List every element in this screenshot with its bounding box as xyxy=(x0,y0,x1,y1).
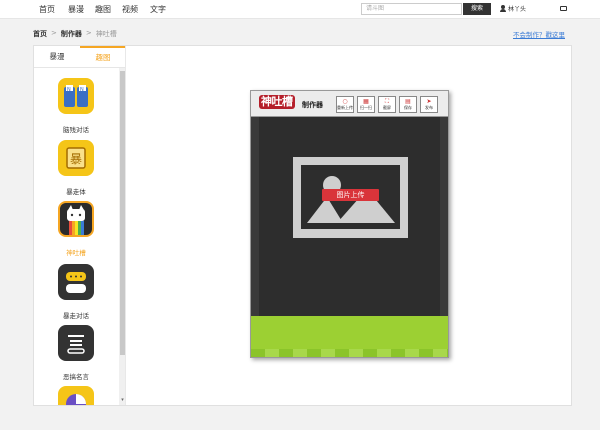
quote-icon xyxy=(58,325,94,361)
nav-video[interactable]: 视频 xyxy=(122,4,138,15)
tool-item-rage-chat[interactable]: 暴走对话 xyxy=(34,264,118,320)
editor-footer-stripe xyxy=(251,349,448,357)
tool-item-brain-chat[interactable]: N N 脑残对话 xyxy=(34,78,118,134)
nav-home[interactable]: 首页 xyxy=(39,4,55,15)
breadcrumb-separator: > xyxy=(85,29,92,37)
tool-item-shen-tucao[interactable]: 神吐槽 xyxy=(34,201,118,257)
tool-label: 脑残对话 xyxy=(63,126,89,134)
search-input[interactable]: 请斗图 xyxy=(361,3,462,15)
search-button[interactable]: 搜索 xyxy=(463,3,491,15)
svg-text:N: N xyxy=(80,87,84,93)
tool-label: 暴走体 xyxy=(66,188,86,196)
reupload-button[interactable]: ○ 重新上传 xyxy=(336,96,354,113)
tool-item-pie[interactable] xyxy=(34,386,118,405)
nav-qutu[interactable]: 趣图 xyxy=(95,4,111,15)
breadcrumb-home[interactable]: 首页 xyxy=(33,29,47,39)
message-icon[interactable] xyxy=(560,6,567,11)
screenshot-button[interactable]: ⛶ 截屏 xyxy=(378,96,396,113)
breadcrumb-current: 神吐槽 xyxy=(95,30,117,38)
tool-label: 暴走对话 xyxy=(63,312,89,320)
qr-icon: ▦ xyxy=(363,98,369,105)
nav-text[interactable]: 文字 xyxy=(150,4,166,15)
upload-image-button[interactable]: 图片上传 xyxy=(322,189,379,201)
svg-text:N: N xyxy=(67,87,71,93)
cat-rainbow-icon xyxy=(58,201,94,237)
refresh-icon: ○ xyxy=(342,98,348,105)
username: 林丫头 xyxy=(508,6,527,13)
svg-text:暴: 暴 xyxy=(70,152,82,166)
send-icon: ➤ xyxy=(426,98,432,105)
crop-icon: ⛶ xyxy=(384,98,390,105)
rage-font-icon: 暴 xyxy=(58,140,94,176)
user-menu[interactable]: 林丫头 xyxy=(500,4,526,13)
category-tabs: 暴漫 趣图 xyxy=(34,46,125,68)
tool-item-quote[interactable]: 恶搞名言 xyxy=(34,325,118,381)
editor-logo: 神吐槽 xyxy=(259,95,295,109)
main-panel: 暴漫 趣图 N N 脑残对话 暴 暴走体 神吐槽 暴走对话 恶搞名言 ▾ 神吐槽… xyxy=(33,45,572,406)
tool-item-rage-font[interactable]: 暴 暴走体 xyxy=(34,140,118,196)
scan-button[interactable]: ▦ 扫一扫 xyxy=(357,96,375,113)
editor-logo-sub: 制作器 xyxy=(302,101,323,109)
top-navbar: 首页 暴漫 趣图 视频 文字 请斗图 搜索 林丫头 xyxy=(0,0,600,19)
chat-bubble-icon xyxy=(58,264,94,300)
tool-sidebar: 暴漫 趣图 N N 脑残对话 暴 暴走体 神吐槽 暴走对话 恶搞名言 ▾ xyxy=(34,46,126,405)
breadcrumb-separator: > xyxy=(51,29,57,37)
nav-baoman[interactable]: 暴漫 xyxy=(68,4,84,15)
tab-qutu[interactable]: 趣图 xyxy=(80,46,125,68)
user-icon xyxy=(500,5,506,12)
save-button[interactable]: ▤ 保存 xyxy=(399,96,417,113)
pie-icon xyxy=(58,386,94,405)
save-icon: ▤ xyxy=(405,98,411,105)
help-link[interactable]: 不会制作？戳这里 xyxy=(513,29,565,39)
breadcrumb-section[interactable]: 制作器 xyxy=(61,29,82,39)
sidebar-scroll-thumb[interactable] xyxy=(120,71,125,355)
breadcrumb: 首页 > 制作器 > 神吐槽 xyxy=(33,29,117,39)
publish-button[interactable]: ➤ 发布 xyxy=(420,96,438,113)
tab-baoman[interactable]: 暴漫 xyxy=(34,46,80,68)
brain-chat-icon: N N xyxy=(58,78,94,114)
scroll-down-icon[interactable]: ▾ xyxy=(120,398,125,403)
tool-label: 神吐槽 xyxy=(66,249,86,257)
editor-canvas: 神吐槽 制作器 ○ 重新上传 ▦ 扫一扫 ⛶ 截屏 ▤ 保存 ➤ 发布 图片上传 xyxy=(250,90,449,358)
tool-label: 恶搞名言 xyxy=(63,373,89,381)
editor-header: 神吐槽 制作器 ○ 重新上传 ▦ 扫一扫 ⛶ 截屏 ▤ 保存 ➤ 发布 xyxy=(251,91,448,117)
